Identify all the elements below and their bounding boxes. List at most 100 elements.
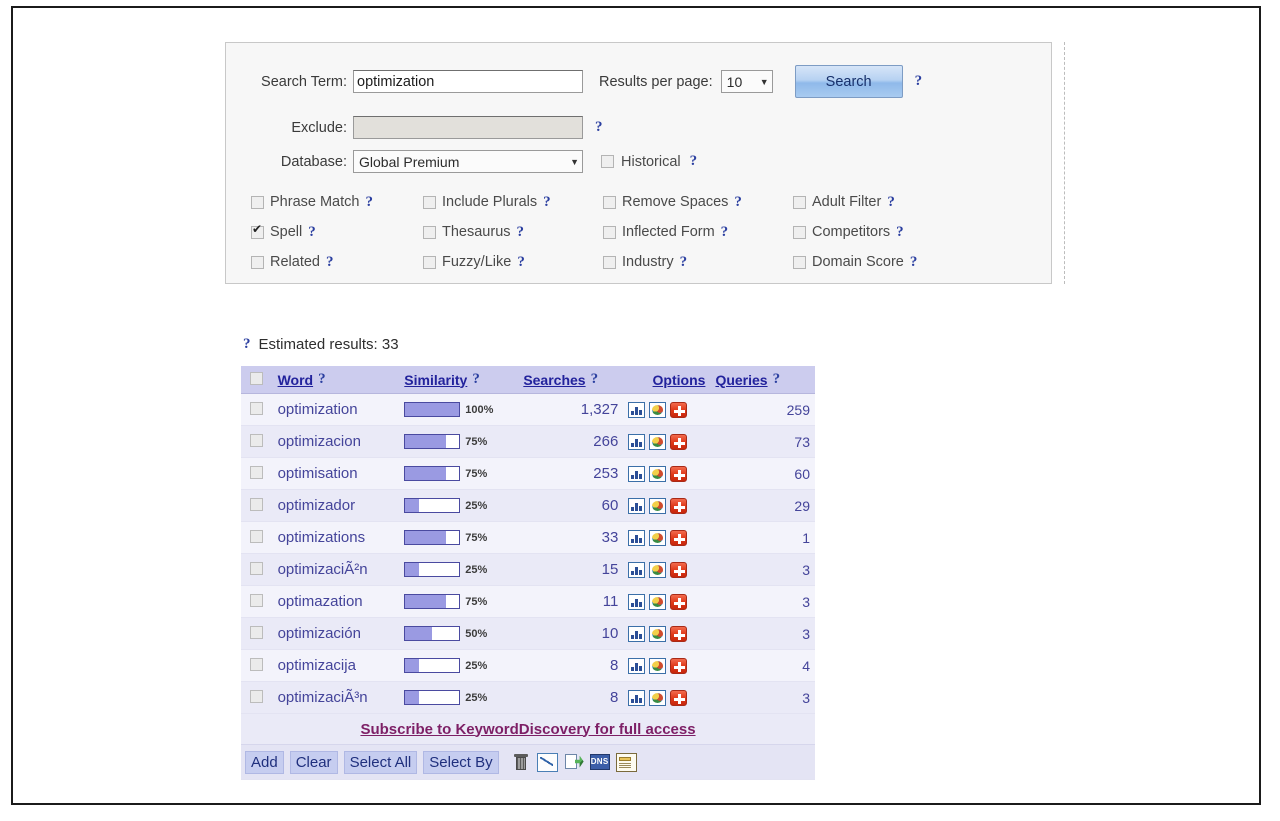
- row-checkbox[interactable]: [250, 593, 264, 607]
- add-button[interactable]: Add: [245, 750, 284, 774]
- row-select-cell[interactable]: [241, 553, 273, 586]
- option-thesaurus[interactable]: Thesaurus?: [423, 224, 603, 241]
- add-plus-icon[interactable]: [670, 689, 688, 706]
- add-plus-icon[interactable]: [670, 433, 688, 450]
- bar-chart-icon[interactable]: [628, 657, 646, 674]
- search-help-icon[interactable]: ?: [915, 73, 923, 90]
- globe-icon[interactable]: [649, 433, 667, 450]
- bar-chart-icon[interactable]: [628, 593, 646, 610]
- option-adult-filter[interactable]: Adult Filter?: [793, 194, 971, 211]
- select-all-button[interactable]: Select All: [343, 750, 418, 774]
- bar-chart-icon[interactable]: [628, 465, 646, 482]
- row-checkbox[interactable]: [250, 657, 264, 671]
- domain-score-checkbox[interactable]: [793, 255, 806, 269]
- clear-button[interactable]: Clear: [289, 750, 338, 774]
- domain-score-help-icon[interactable]: ?: [910, 254, 918, 271]
- bar-chart-icon[interactable]: [628, 625, 646, 642]
- options-link[interactable]: Options: [653, 372, 706, 388]
- globe-icon[interactable]: [649, 657, 667, 674]
- industry-checkbox[interactable]: [603, 255, 616, 269]
- word-cell[interactable]: optimizacion: [272, 425, 400, 458]
- bar-chart-icon[interactable]: [628, 561, 646, 578]
- globe-icon[interactable]: [649, 401, 667, 418]
- similarity-sort-link[interactable]: Similarity: [404, 372, 467, 388]
- add-plus-icon[interactable]: [670, 529, 688, 546]
- word-cell[interactable]: optimazation: [272, 585, 400, 618]
- word-cell[interactable]: optimizador: [272, 489, 400, 522]
- row-checkbox[interactable]: [250, 401, 264, 415]
- add-plus-icon[interactable]: [670, 401, 688, 418]
- row-checkbox[interactable]: [250, 497, 264, 511]
- column-queries[interactable]: Queries?: [710, 366, 815, 394]
- row-checkbox[interactable]: [250, 433, 264, 447]
- similarity-help-icon[interactable]: ?: [472, 371, 480, 388]
- row-select-cell[interactable]: [241, 585, 273, 618]
- historical-help-icon[interactable]: ?: [690, 153, 698, 170]
- globe-icon[interactable]: [649, 465, 667, 482]
- database-select[interactable]: Global Premium ▼: [353, 150, 583, 173]
- option-include-plurals[interactable]: Include Plurals?: [423, 194, 603, 211]
- related-checkbox[interactable]: [251, 255, 264, 269]
- subscribe-link[interactable]: Subscribe to KeywordDiscovery for full a…: [360, 721, 695, 738]
- inflected-form-checkbox[interactable]: [603, 225, 616, 239]
- add-plus-icon[interactable]: [670, 625, 688, 642]
- globe-icon[interactable]: [649, 529, 667, 546]
- bar-chart-icon[interactable]: [628, 497, 646, 514]
- add-plus-icon[interactable]: [670, 465, 688, 482]
- thesaurus-help-icon[interactable]: ?: [517, 224, 525, 241]
- export-icon[interactable]: [564, 753, 584, 772]
- bar-chart-icon[interactable]: [628, 401, 646, 418]
- select-all-header[interactable]: [241, 366, 273, 394]
- option-industry[interactable]: Industry?: [603, 254, 793, 271]
- globe-icon[interactable]: [649, 689, 667, 706]
- add-plus-icon[interactable]: [670, 657, 688, 674]
- estimated-results-help-icon[interactable]: ?: [243, 336, 251, 353]
- searches-help-icon[interactable]: ?: [591, 371, 599, 388]
- globe-icon[interactable]: [649, 561, 667, 578]
- search-term-input[interactable]: [353, 70, 583, 93]
- option-phrase-match[interactable]: Phrase Match?: [251, 194, 423, 211]
- row-checkbox[interactable]: [250, 465, 264, 479]
- row-checkbox[interactable]: [250, 529, 264, 543]
- row-select-cell[interactable]: [241, 521, 273, 554]
- bar-chart-icon[interactable]: [628, 433, 646, 450]
- graph-icon[interactable]: [536, 752, 558, 772]
- word-cell[interactable]: optimizaciÃ³n: [272, 681, 400, 714]
- competitors-checkbox[interactable]: [793, 225, 806, 239]
- column-similarity[interactable]: Similarity?: [399, 366, 519, 394]
- phrase-match-help-icon[interactable]: ?: [365, 194, 373, 211]
- row-select-cell[interactable]: [241, 457, 273, 490]
- thesaurus-checkbox[interactable]: [423, 225, 436, 239]
- related-help-icon[interactable]: ?: [326, 254, 334, 271]
- globe-icon[interactable]: [649, 497, 667, 514]
- bar-chart-icon[interactable]: [628, 529, 646, 546]
- queries-sort-link[interactable]: Queries: [715, 372, 767, 388]
- option-domain-score[interactable]: Domain Score?: [793, 254, 971, 271]
- exclude-input[interactable]: [353, 116, 583, 139]
- spell-checkbox[interactable]: [251, 223, 264, 239]
- option-inflected-form[interactable]: Inflected Form?: [603, 224, 793, 241]
- fuzzy-like-checkbox[interactable]: [423, 255, 436, 269]
- option-related[interactable]: Related?: [251, 254, 423, 271]
- column-options[interactable]: Options: [623, 366, 711, 394]
- fuzzy-like-help-icon[interactable]: ?: [517, 254, 525, 271]
- include-plurals-checkbox[interactable]: [423, 195, 436, 209]
- row-checkbox[interactable]: [250, 625, 264, 639]
- include-plurals-help-icon[interactable]: ?: [543, 194, 551, 211]
- phrase-match-checkbox[interactable]: [251, 195, 264, 209]
- add-plus-icon[interactable]: [670, 561, 688, 578]
- results-per-page-select[interactable]: 10 ▼: [720, 70, 773, 93]
- word-cell[interactable]: optimizacija: [272, 649, 400, 682]
- exclude-help-icon[interactable]: ?: [595, 119, 603, 136]
- searches-sort-link[interactable]: Searches: [523, 372, 585, 388]
- globe-icon[interactable]: [649, 625, 667, 642]
- column-word[interactable]: Word?: [272, 366, 400, 394]
- adult-filter-help-icon[interactable]: ?: [887, 194, 895, 211]
- row-select-cell[interactable]: [241, 489, 273, 522]
- option-spell[interactable]: Spell?: [251, 223, 423, 241]
- word-cell[interactable]: optimizations: [272, 521, 400, 554]
- trash-icon[interactable]: [511, 753, 531, 772]
- inflected-form-help-icon[interactable]: ?: [721, 224, 729, 241]
- dns-icon[interactable]: DNS: [589, 754, 610, 770]
- add-plus-icon[interactable]: [670, 593, 688, 610]
